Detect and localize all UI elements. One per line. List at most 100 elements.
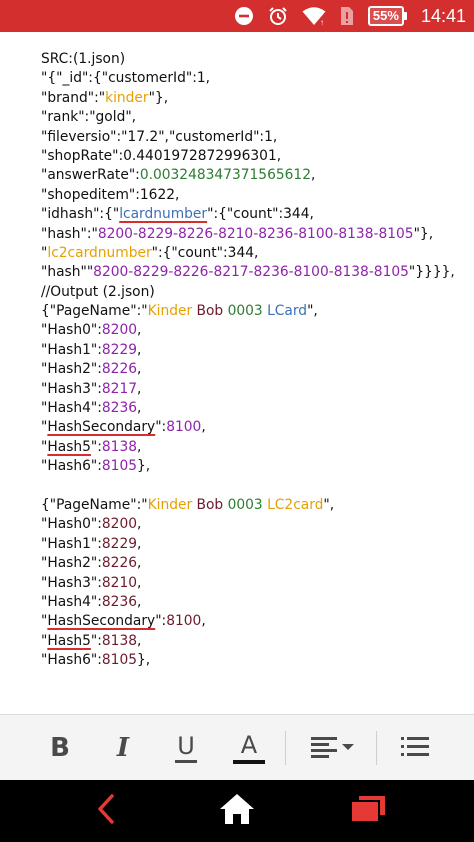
formatting-toolbar: B I U A	[0, 714, 474, 781]
home-icon	[218, 792, 256, 831]
text-run: "Hash0":	[41, 322, 102, 339]
text-run: ":	[90, 438, 102, 455]
underline-button[interactable]: U	[170, 715, 202, 781]
document-line: "Hash1":8229,	[41, 535, 461, 554]
text-run: 8229	[101, 341, 138, 358]
text-run: ,	[137, 593, 142, 610]
text-run: lcardnumber	[119, 206, 208, 223]
text-run: lc2cardnumber	[47, 244, 152, 261]
text-run: "Hash6":	[41, 652, 102, 669]
sim-alert-icon	[340, 6, 354, 26]
text-run: "},	[413, 225, 434, 242]
bulleted-list-icon	[400, 735, 430, 762]
text-run: 8200-8229-8226-8217-8236-8100-8138-8105	[93, 264, 409, 281]
text-run: HashSecondary	[47, 419, 156, 436]
text-run: ,	[201, 613, 206, 630]
minus-circle-icon	[234, 6, 254, 26]
text-run: "shopRate":0.4401972872996301,	[41, 147, 282, 164]
text-run: ,	[137, 632, 142, 649]
text-run: ,	[137, 555, 142, 572]
text-run: "idhash":{"	[41, 206, 120, 223]
status-bar: ↑ 55% 14:41	[0, 0, 474, 32]
document-line: "rank":"gold",	[41, 108, 461, 127]
text-run: "Hash3":	[41, 574, 102, 591]
text-run: ,	[137, 438, 142, 455]
bold-button[interactable]: B	[44, 715, 76, 781]
text-run: },	[137, 652, 151, 669]
text-run: 8226	[101, 555, 138, 572]
document-line: "Hash0":8200,	[41, 515, 461, 534]
text-run: "hash":"	[41, 225, 98, 242]
text-run: 0.003248347371565612	[139, 167, 311, 184]
document-line: "Hash4":8236,	[41, 593, 461, 612]
home-button[interactable]	[216, 780, 258, 842]
text-run: "Hash3":	[41, 380, 102, 397]
text-run: {"PageName":"	[41, 303, 148, 320]
text-run: SRC:(1.json)	[41, 51, 126, 67]
document-line: "HashSecondary":8100,	[41, 418, 461, 437]
text-run: 8226	[101, 361, 138, 378]
underline-bar	[175, 759, 197, 763]
text-run: Hash5	[47, 438, 91, 455]
document-line: "Hash2":8226,	[41, 554, 461, 573]
document-line: "Hash0":8200,	[41, 321, 461, 340]
text-run: ",	[323, 496, 335, 513]
text-run: 8236	[101, 593, 138, 610]
battery-level: 55%	[367, 6, 404, 26]
text-run: "Hash2":	[41, 555, 102, 572]
text-run: 8229	[101, 535, 138, 552]
document-line: "Hash5":8138,	[41, 438, 461, 457]
text-run: "Hash4":	[41, 593, 102, 610]
text-run: "rank":"gold",	[41, 109, 137, 126]
bulleted-list-button[interactable]	[397, 715, 433, 781]
italic-button[interactable]: I	[107, 715, 139, 781]
text-run: "answerRate":	[41, 167, 140, 184]
text-run: ":	[155, 613, 167, 630]
document-line: "lc2cardnumber":{"count":344,	[41, 244, 461, 263]
text-run: 8200-8229-8226-8210-8236-8100-8138-8105	[97, 225, 414, 242]
text-run: ,	[137, 361, 142, 378]
bold-icon: B	[50, 733, 70, 763]
text-run: ",	[307, 303, 318, 320]
document-line: "Hash1":8229,	[41, 341, 461, 360]
align-dropdown-button[interactable]	[309, 715, 357, 781]
document-line: "HashSecondary":8100,	[41, 612, 461, 631]
text-run: "fileversio":"17.2","customerId":1,	[41, 128, 278, 145]
back-button[interactable]	[86, 780, 126, 842]
text-run: "}}}},	[408, 264, 455, 281]
text-run: Bob	[196, 496, 224, 513]
document-line: //Output (2.json)	[41, 283, 461, 302]
text-run: 8200	[101, 322, 138, 339]
text-run: 8100	[166, 613, 202, 630]
document-line: "Hash6":8105},	[41, 457, 461, 476]
text-run: 8105	[101, 652, 138, 669]
document-line: "Hash4":8236,	[41, 399, 461, 418]
text-run: 8210	[101, 574, 138, 591]
document-line: "idhash":{"lcardnumber":{"count":344,	[41, 205, 461, 224]
text-run: 0003	[227, 496, 263, 513]
text-run: "Hash0":	[41, 516, 102, 533]
document-line: "Hash3":8210,	[41, 574, 461, 593]
recent-apps-icon	[350, 795, 386, 828]
document-line: "fileversio":"17.2","customerId":1,	[41, 128, 461, 147]
text-run: "},	[148, 89, 169, 106]
recent-apps-button[interactable]	[348, 780, 388, 842]
document-line: SRC:(1.json)	[41, 50, 461, 69]
text-run: "Hash1":	[41, 535, 102, 552]
text-run: "Hash4":	[41, 400, 102, 417]
text-run: 8200	[101, 516, 138, 533]
font-color-button[interactable]: A	[230, 715, 268, 781]
document-line: "shopRate":0.4401972872996301,	[41, 147, 461, 166]
text-run: //Output (2.json)	[41, 283, 155, 300]
document-line: {"PageName":"Kinder Bob 0003 LC2card",	[41, 496, 461, 515]
document-line: "Hash2":8226,	[41, 360, 461, 379]
text-run: HashSecondary	[47, 613, 156, 630]
text-run: 8138	[101, 632, 138, 649]
text-run: "Hash6":	[41, 458, 102, 475]
text-run: ,	[137, 380, 142, 397]
document-line: "shopeditem":1622,	[41, 186, 461, 205]
battery-icon: 55%	[367, 6, 407, 26]
document-editor[interactable]: SRC:(1.json) "{"_id":{"customerId":1, "bra…	[0, 32, 474, 714]
text-run: Kinder	[147, 496, 193, 513]
document-body[interactable]: SRC:(1.json) "{"_id":{"customerId":1, "bra…	[41, 50, 461, 671]
